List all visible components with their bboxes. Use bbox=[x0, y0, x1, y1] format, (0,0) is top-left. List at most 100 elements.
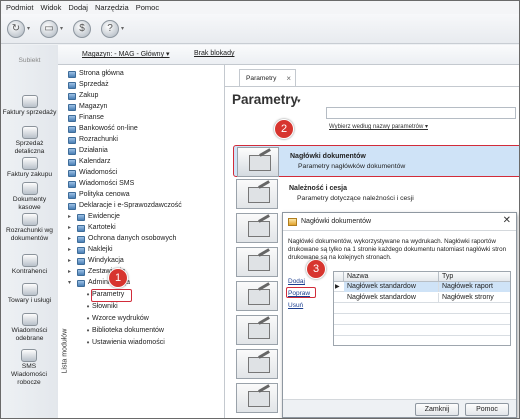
nav-label: Dokumenty kasowe bbox=[12, 196, 47, 211]
refresh-icon: ↻ bbox=[7, 19, 25, 38]
tree-label: Kartoteki bbox=[88, 224, 116, 231]
tree-label: Bankowość on-line bbox=[79, 125, 138, 132]
empty-row bbox=[334, 315, 510, 325]
nav-sprzedaz-detaliczna[interactable]: Sprzedaż detaliczna bbox=[1, 126, 58, 156]
tree-item-finanse[interactable]: Finanse bbox=[68, 113, 104, 123]
nav-faktury-zakupu[interactable]: Faktury zakupu bbox=[1, 157, 58, 179]
expand-arrow-icon[interactable]: ▸ bbox=[68, 245, 76, 255]
tree-item-kartoteki[interactable]: ▸ Kartoteki bbox=[68, 223, 116, 233]
tree-item-polityka-cenowa[interactable]: Polityka cenowa bbox=[68, 190, 130, 200]
help-button[interactable]: ? ▾ bbox=[101, 19, 124, 38]
tree-item-magazyn[interactable]: Magazyn bbox=[68, 102, 107, 112]
dialog-description: Nagłówki dokumentów, wykorzystywane na w… bbox=[288, 238, 507, 261]
tree-item-bankowosc[interactable]: Bankowość on-line bbox=[68, 124, 138, 134]
parameter-title: Należność i cesja bbox=[289, 185, 347, 192]
help-button[interactable]: Pomoc bbox=[465, 403, 509, 416]
nav-sms-wiadomosci-robocze[interactable]: SMS Wiadomości robocze bbox=[4, 349, 54, 387]
table-row[interactable]: Nagłówek standardow Nagłówek strony bbox=[334, 293, 510, 303]
tree-child-ustawienia-wiadomosci[interactable]: • Ustawienia wiadomości bbox=[84, 338, 165, 348]
nav-faktury-sprzedazy[interactable]: Faktury sprzedaży bbox=[1, 95, 58, 117]
tree-item-kalendarz[interactable]: Kalendarz bbox=[68, 157, 111, 167]
menu-podmiot[interactable]: Podmiot bbox=[6, 3, 34, 12]
tree-item-rozrachunki[interactable]: Rozrachunki bbox=[68, 135, 118, 145]
nav-wiadomosci-odebrane[interactable]: Wiadomości odebrane bbox=[1, 313, 58, 343]
tree-item-strona-glowna[interactable]: Strona główna bbox=[68, 69, 124, 79]
parameter-row-naleznosc[interactable]: Należność i cesja Parametry dotyczące na… bbox=[233, 178, 519, 210]
help-icon: ? bbox=[101, 19, 120, 38]
step-badge-1: 1 bbox=[108, 268, 128, 288]
menu-dodaj[interactable]: Dodaj bbox=[68, 3, 88, 12]
left-navigation: Subiekt Faktury sprzedaży Sprzedaż detal… bbox=[1, 45, 58, 418]
empty-row bbox=[334, 304, 510, 314]
purchase-invoice-icon bbox=[21, 157, 38, 170]
tree-child-wzorce-wydrukow[interactable]: • Wzorce wydruków bbox=[84, 314, 149, 324]
tree-item-zakup[interactable]: Zakup bbox=[68, 91, 98, 101]
currency-button[interactable]: $ bbox=[73, 19, 92, 38]
search-mode-selector[interactable]: Wybierz według nazwy parametrów ▾ bbox=[329, 123, 428, 130]
nav-label: Faktury sprzedaży bbox=[2, 109, 57, 116]
parameter-row-naglowki[interactable]: Nagłówki dokumentów Parametry nagłówków … bbox=[233, 145, 519, 177]
warehouse-selector[interactable]: Magazyn: - MAG - Główny ▾ bbox=[82, 50, 170, 58]
cell-typ[interactable]: Nagłówek strony bbox=[439, 293, 510, 303]
expand-arrow-icon[interactable]: ▸ bbox=[68, 267, 76, 277]
nav-subiekt[interactable]: Subiekt bbox=[1, 57, 58, 65]
menu-widok[interactable]: Widok bbox=[41, 3, 62, 12]
tree-label: Ochrona danych osobowych bbox=[88, 235, 177, 242]
parameter-thumbnail-icon bbox=[237, 147, 279, 177]
expand-arrow-icon[interactable]: ▸ bbox=[68, 256, 76, 266]
tree-item-sprzedaz[interactable]: Sprzedaż bbox=[68, 80, 109, 90]
tree-item-ewidencje[interactable]: ▸ Ewidencje bbox=[68, 212, 120, 222]
tree-child-slowniki[interactable]: • Słowniki bbox=[84, 302, 118, 312]
expand-arrow-icon[interactable]: ▸ bbox=[68, 234, 76, 244]
nav-label: Faktury zakupu bbox=[6, 171, 53, 178]
tree-label: Strona główna bbox=[79, 70, 124, 77]
cell-nazwa[interactable]: Nagłówek standardow bbox=[344, 293, 439, 303]
tree-item-windykacja[interactable]: ▸ Windykacja bbox=[68, 256, 124, 266]
chevron-down-icon[interactable]: ▾ bbox=[297, 97, 301, 105]
nav-dokumenty-kasowe[interactable]: Dokumenty kasowe bbox=[1, 182, 58, 212]
popraw-highlight bbox=[286, 287, 316, 298]
tree-item-dzialania[interactable]: Działania bbox=[68, 146, 108, 156]
search-input[interactable] bbox=[326, 107, 516, 119]
nav-kontrahenci[interactable]: Kontrahenci bbox=[1, 254, 58, 276]
expand-arrow-icon[interactable]: ▸ bbox=[68, 212, 76, 222]
tree-item-naklejki[interactable]: ▸ Naklejki bbox=[68, 245, 113, 255]
nav-rozrachunki[interactable]: Rozrachunki wg dokumentów bbox=[1, 213, 58, 243]
expand-arrow-icon[interactable]: ▸ bbox=[68, 223, 76, 233]
delete-link[interactable]: Usuń bbox=[288, 300, 314, 312]
parameter-thumbnail-icon bbox=[236, 383, 278, 413]
tree-label: Deklaracje i e-Sprawozdawczość bbox=[79, 202, 182, 209]
menu-pomoc[interactable]: Pomoc bbox=[136, 3, 159, 12]
tree-item-wiadomosci-sms[interactable]: Wiadomości SMS bbox=[68, 179, 134, 189]
tree-item-wiadomosci[interactable]: Wiadomości bbox=[68, 168, 117, 178]
contractors-icon bbox=[21, 254, 38, 267]
close-button[interactable]: Zamknij bbox=[415, 403, 459, 416]
tree-child-biblioteka-dokumentow[interactable]: • Biblioteka dokumentów bbox=[84, 326, 164, 336]
tree-item-ochrona-danych[interactable]: ▸ Ochrona danych osobowych bbox=[68, 234, 176, 244]
nav-towary-i-uslugi[interactable]: Towary i usługi bbox=[1, 283, 58, 305]
table-row[interactable]: ▶ Nagłówek standardow Nagłówek raport bbox=[334, 282, 510, 292]
close-icon[interactable]: ✕ bbox=[503, 215, 511, 226]
refresh-button[interactable]: ↻ ▾ bbox=[7, 19, 30, 38]
column-header-nazwa[interactable]: Nazwa bbox=[344, 272, 439, 282]
dialog-naglowki-dokumentow: Nagłówki dokumentów ✕ Nagłówki dokumentó… bbox=[282, 212, 517, 418]
cell-typ[interactable]: Nagłówek raport bbox=[439, 282, 510, 292]
declarations-icon bbox=[68, 202, 76, 210]
block-status-link[interactable]: Brak blokady bbox=[194, 50, 234, 57]
tree-label: Kalendarz bbox=[79, 158, 111, 165]
parameter-thumbnail-icon bbox=[236, 349, 278, 379]
collapse-arrow-icon[interactable]: ▾ bbox=[68, 278, 76, 288]
close-icon[interactable]: × bbox=[286, 70, 291, 87]
new-document-button[interactable]: ▭ ▾ bbox=[40, 19, 63, 38]
column-header-typ[interactable]: Typ bbox=[439, 272, 510, 282]
tab-parametry[interactable]: Parametry × bbox=[239, 69, 296, 86]
menu-narzedzia[interactable]: Narzędzia bbox=[95, 3, 129, 12]
tree-item-deklaracje[interactable]: Deklaracje i e-Sprawozdawczość bbox=[68, 201, 182, 211]
price-policy-icon bbox=[68, 191, 76, 199]
tree-label: Wzorce wydruków bbox=[92, 315, 149, 322]
tree-label: Naklejki bbox=[88, 246, 113, 253]
cell-nazwa[interactable]: Nagłówek standardow bbox=[344, 282, 439, 292]
tab-label: Parametry bbox=[246, 75, 277, 82]
admin-icon bbox=[77, 279, 85, 287]
parameter-description: Parametry dotyczące należności i cesji bbox=[297, 195, 414, 202]
